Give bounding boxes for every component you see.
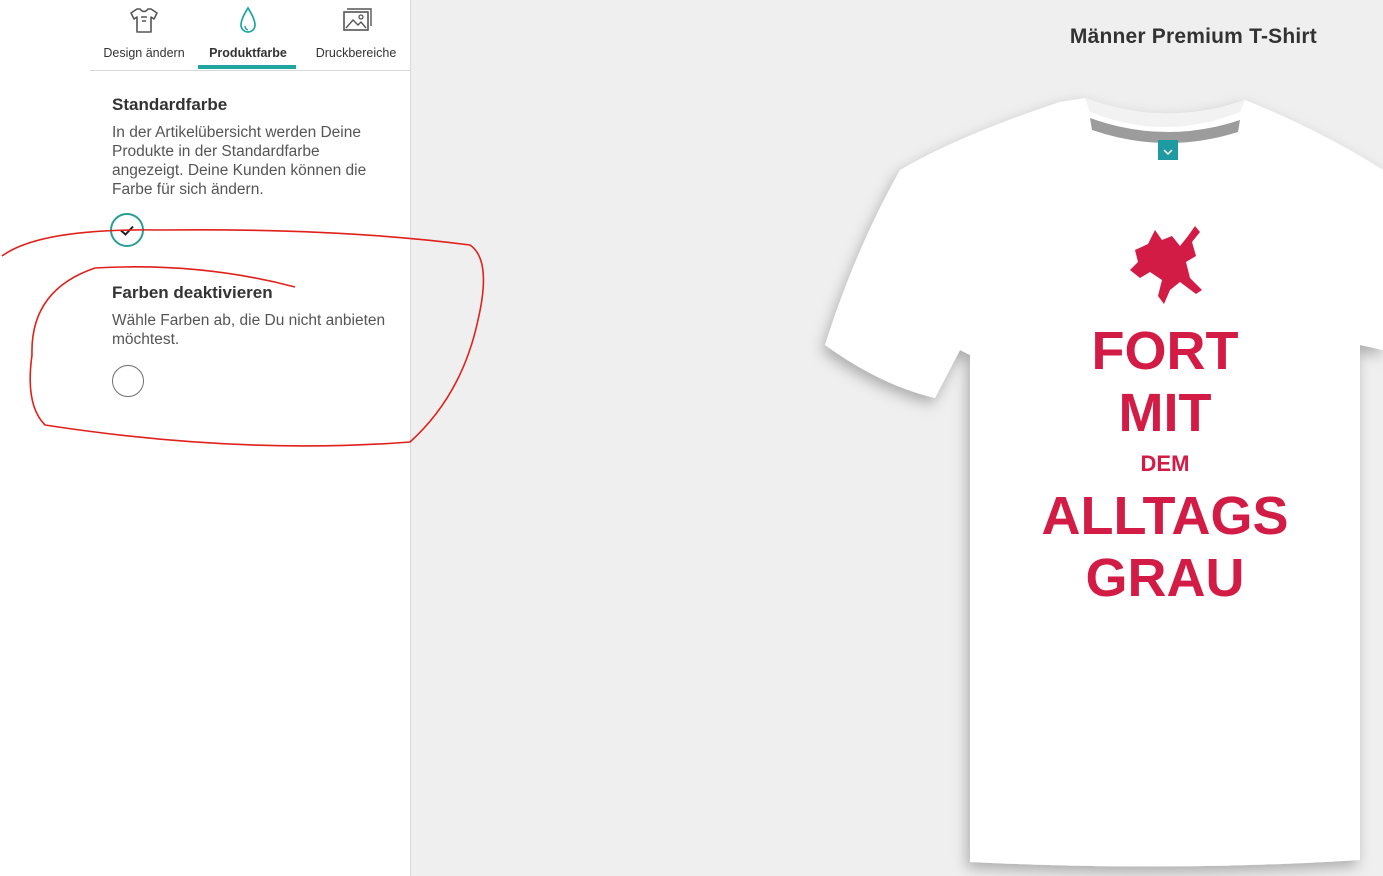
section-title: Standardfarbe xyxy=(112,95,228,114)
tshirt-icon xyxy=(130,8,158,33)
print-line: GRAU xyxy=(1086,548,1245,608)
tab-label: Produktfarbe xyxy=(209,46,287,60)
image-gallery-icon xyxy=(343,8,372,31)
tab-produktfarbe[interactable]: Produktfarbe xyxy=(194,0,302,70)
color-drop-icon xyxy=(240,6,256,33)
default-color-section: Standardfarbe In der Artikelübersicht we… xyxy=(112,95,392,199)
print-line: ALLTAGS xyxy=(1042,486,1289,546)
section-description: In der Artikelübersicht werden Deine Pro… xyxy=(112,124,367,198)
tab-druckbereiche[interactable]: Druckbereiche xyxy=(302,0,410,70)
tab-label: Druckbereiche xyxy=(315,46,397,60)
brand-tag xyxy=(1158,140,1178,160)
tshirt-mockup: FORT MIT DEM ALLTAGS GRAU xyxy=(825,98,1383,867)
left-panel: Design ändern Produktfarbe Druckbereiche… xyxy=(0,0,411,876)
tab-bar: Design ändern Produktfarbe Druckbereiche xyxy=(90,0,410,71)
print-line: FORT xyxy=(1092,321,1239,381)
default-color-swatch-white[interactable] xyxy=(110,213,144,247)
checkmark-icon xyxy=(120,225,134,236)
tab-design-aendern[interactable]: Design ändern xyxy=(90,0,198,70)
tshirt-body xyxy=(825,98,1383,867)
product-preview: Männer Premium T-Shirt FORT MIT DEM ALLT… xyxy=(411,0,1383,876)
section-title: Farben deaktivieren xyxy=(112,283,273,302)
print-line: MIT xyxy=(1119,383,1212,443)
disable-color-swatch-white[interactable] xyxy=(112,365,144,397)
tab-label: Design ändern xyxy=(103,46,185,60)
disable-colors-section: Farben deaktivieren Wähle Farben ab, die… xyxy=(112,283,392,349)
print-line: DEM xyxy=(1141,451,1190,476)
section-description: Wähle Farben ab, die Du nicht anbieten m… xyxy=(112,312,386,348)
